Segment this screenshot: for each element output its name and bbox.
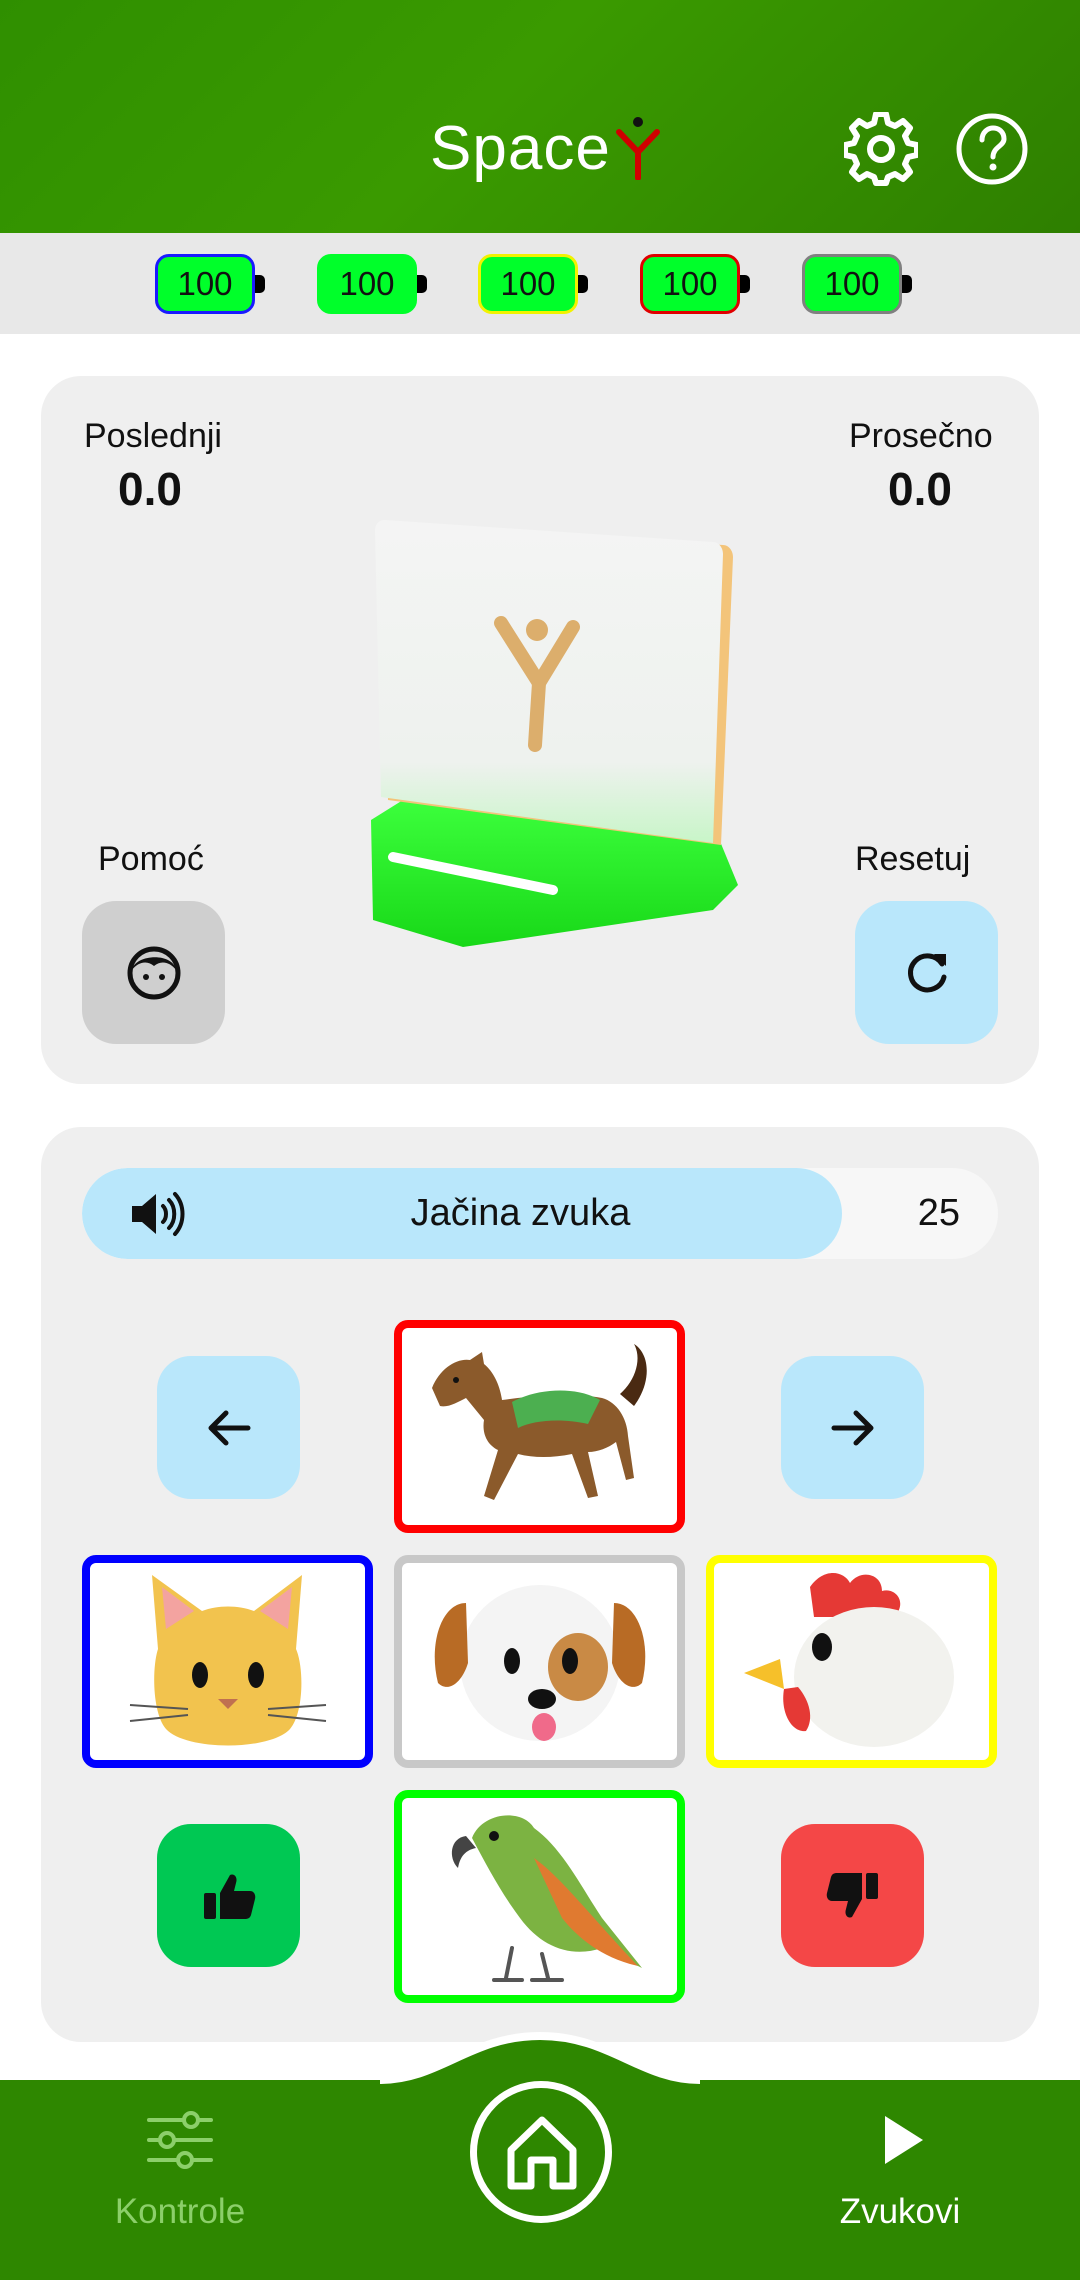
refresh-icon <box>907 952 946 992</box>
battery-level: 100 <box>339 265 395 302</box>
last-value: 0.0 <box>118 463 182 515</box>
thumbs-up-icon <box>203 1873 255 1919</box>
sliders-icon <box>147 2111 213 2169</box>
brand-text: Space <box>430 113 611 183</box>
parrot-image <box>451 1815 642 1982</box>
battery-tip <box>578 275 588 293</box>
arrow-right-icon <box>831 1410 873 1445</box>
battery-tip <box>902 275 912 293</box>
horse-image <box>432 1344 647 1500</box>
battery-indicator-2: 100 <box>317 254 427 314</box>
nav-label-sounds: Zvukovi <box>839 2192 961 2231</box>
dislike-button[interactable] <box>781 1824 924 1967</box>
settings-button[interactable] <box>842 111 920 186</box>
battery-indicator-4: 100 <box>640 254 750 314</box>
average-label: Prosečno <box>849 417 993 455</box>
play-icon <box>885 2116 923 2164</box>
previous-button[interactable] <box>157 1356 300 1499</box>
nav-item-sounds[interactable]: Zvukovi <box>790 2110 1010 2260</box>
home-icon <box>507 2116 577 2190</box>
brand-y-icon <box>615 117 660 180</box>
volume-label: Jačina zvuka <box>410 1192 631 1234</box>
question-circle-icon <box>956 113 1028 185</box>
battery-indicator-1: 100 <box>155 254 265 314</box>
battery-body: 100 <box>478 254 578 314</box>
app-header: Space <box>0 0 1080 233</box>
battery-indicator-5: 100 <box>802 254 912 314</box>
battery-level: 100 <box>824 265 880 302</box>
battery-body: 100 <box>802 254 902 314</box>
last-label: Poslednji <box>84 417 222 455</box>
battery-level: 100 <box>500 265 556 302</box>
battery-tip <box>740 275 750 293</box>
sound-tile-rooster[interactable] <box>706 1555 997 1768</box>
nav-home-button[interactable] <box>470 2081 612 2223</box>
reset-label: Resetuj <box>855 840 971 878</box>
help-label: Pomoć <box>98 840 204 878</box>
face-icon <box>127 946 180 999</box>
average-value: 0.0 <box>888 463 952 515</box>
sound-tile-dog[interactable] <box>394 1555 685 1768</box>
battery-indicator-3: 100 <box>478 254 588 314</box>
sound-tile-horse[interactable] <box>394 1320 685 1533</box>
sound-tile-parrot[interactable] <box>394 1790 685 2003</box>
reset-button[interactable] <box>855 901 998 1044</box>
volume-value: 25 <box>917 1192 960 1234</box>
dog-image <box>434 1585 646 1741</box>
battery-body: 100 <box>640 254 740 314</box>
help-button[interactable] <box>955 112 1029 186</box>
device-image <box>371 520 738 947</box>
battery-body: 100 <box>155 254 255 314</box>
gear-icon <box>842 111 920 186</box>
cat-image <box>129 1575 327 1746</box>
nav-label-controls: Kontrole <box>114 2192 246 2231</box>
battery-tip <box>255 275 265 293</box>
help-face-button[interactable] <box>82 901 225 1044</box>
arrow-left-icon <box>208 1410 250 1445</box>
battery-level: 100 <box>662 265 718 302</box>
rooster-image <box>744 1573 954 1747</box>
next-button[interactable] <box>781 1356 924 1499</box>
thumbs-down-icon <box>826 1872 878 1918</box>
brand-logo: Space <box>430 108 663 188</box>
nav-item-controls[interactable]: Kontrole <box>70 2110 290 2260</box>
battery-body: 100 <box>317 254 417 314</box>
sound-tile-cat[interactable] <box>82 1555 373 1768</box>
battery-tip <box>417 275 427 293</box>
battery-level: 100 <box>177 265 233 302</box>
like-button[interactable] <box>157 1824 300 1967</box>
volume-slider[interactable]: Jačina zvuka 25 <box>82 1168 998 1259</box>
